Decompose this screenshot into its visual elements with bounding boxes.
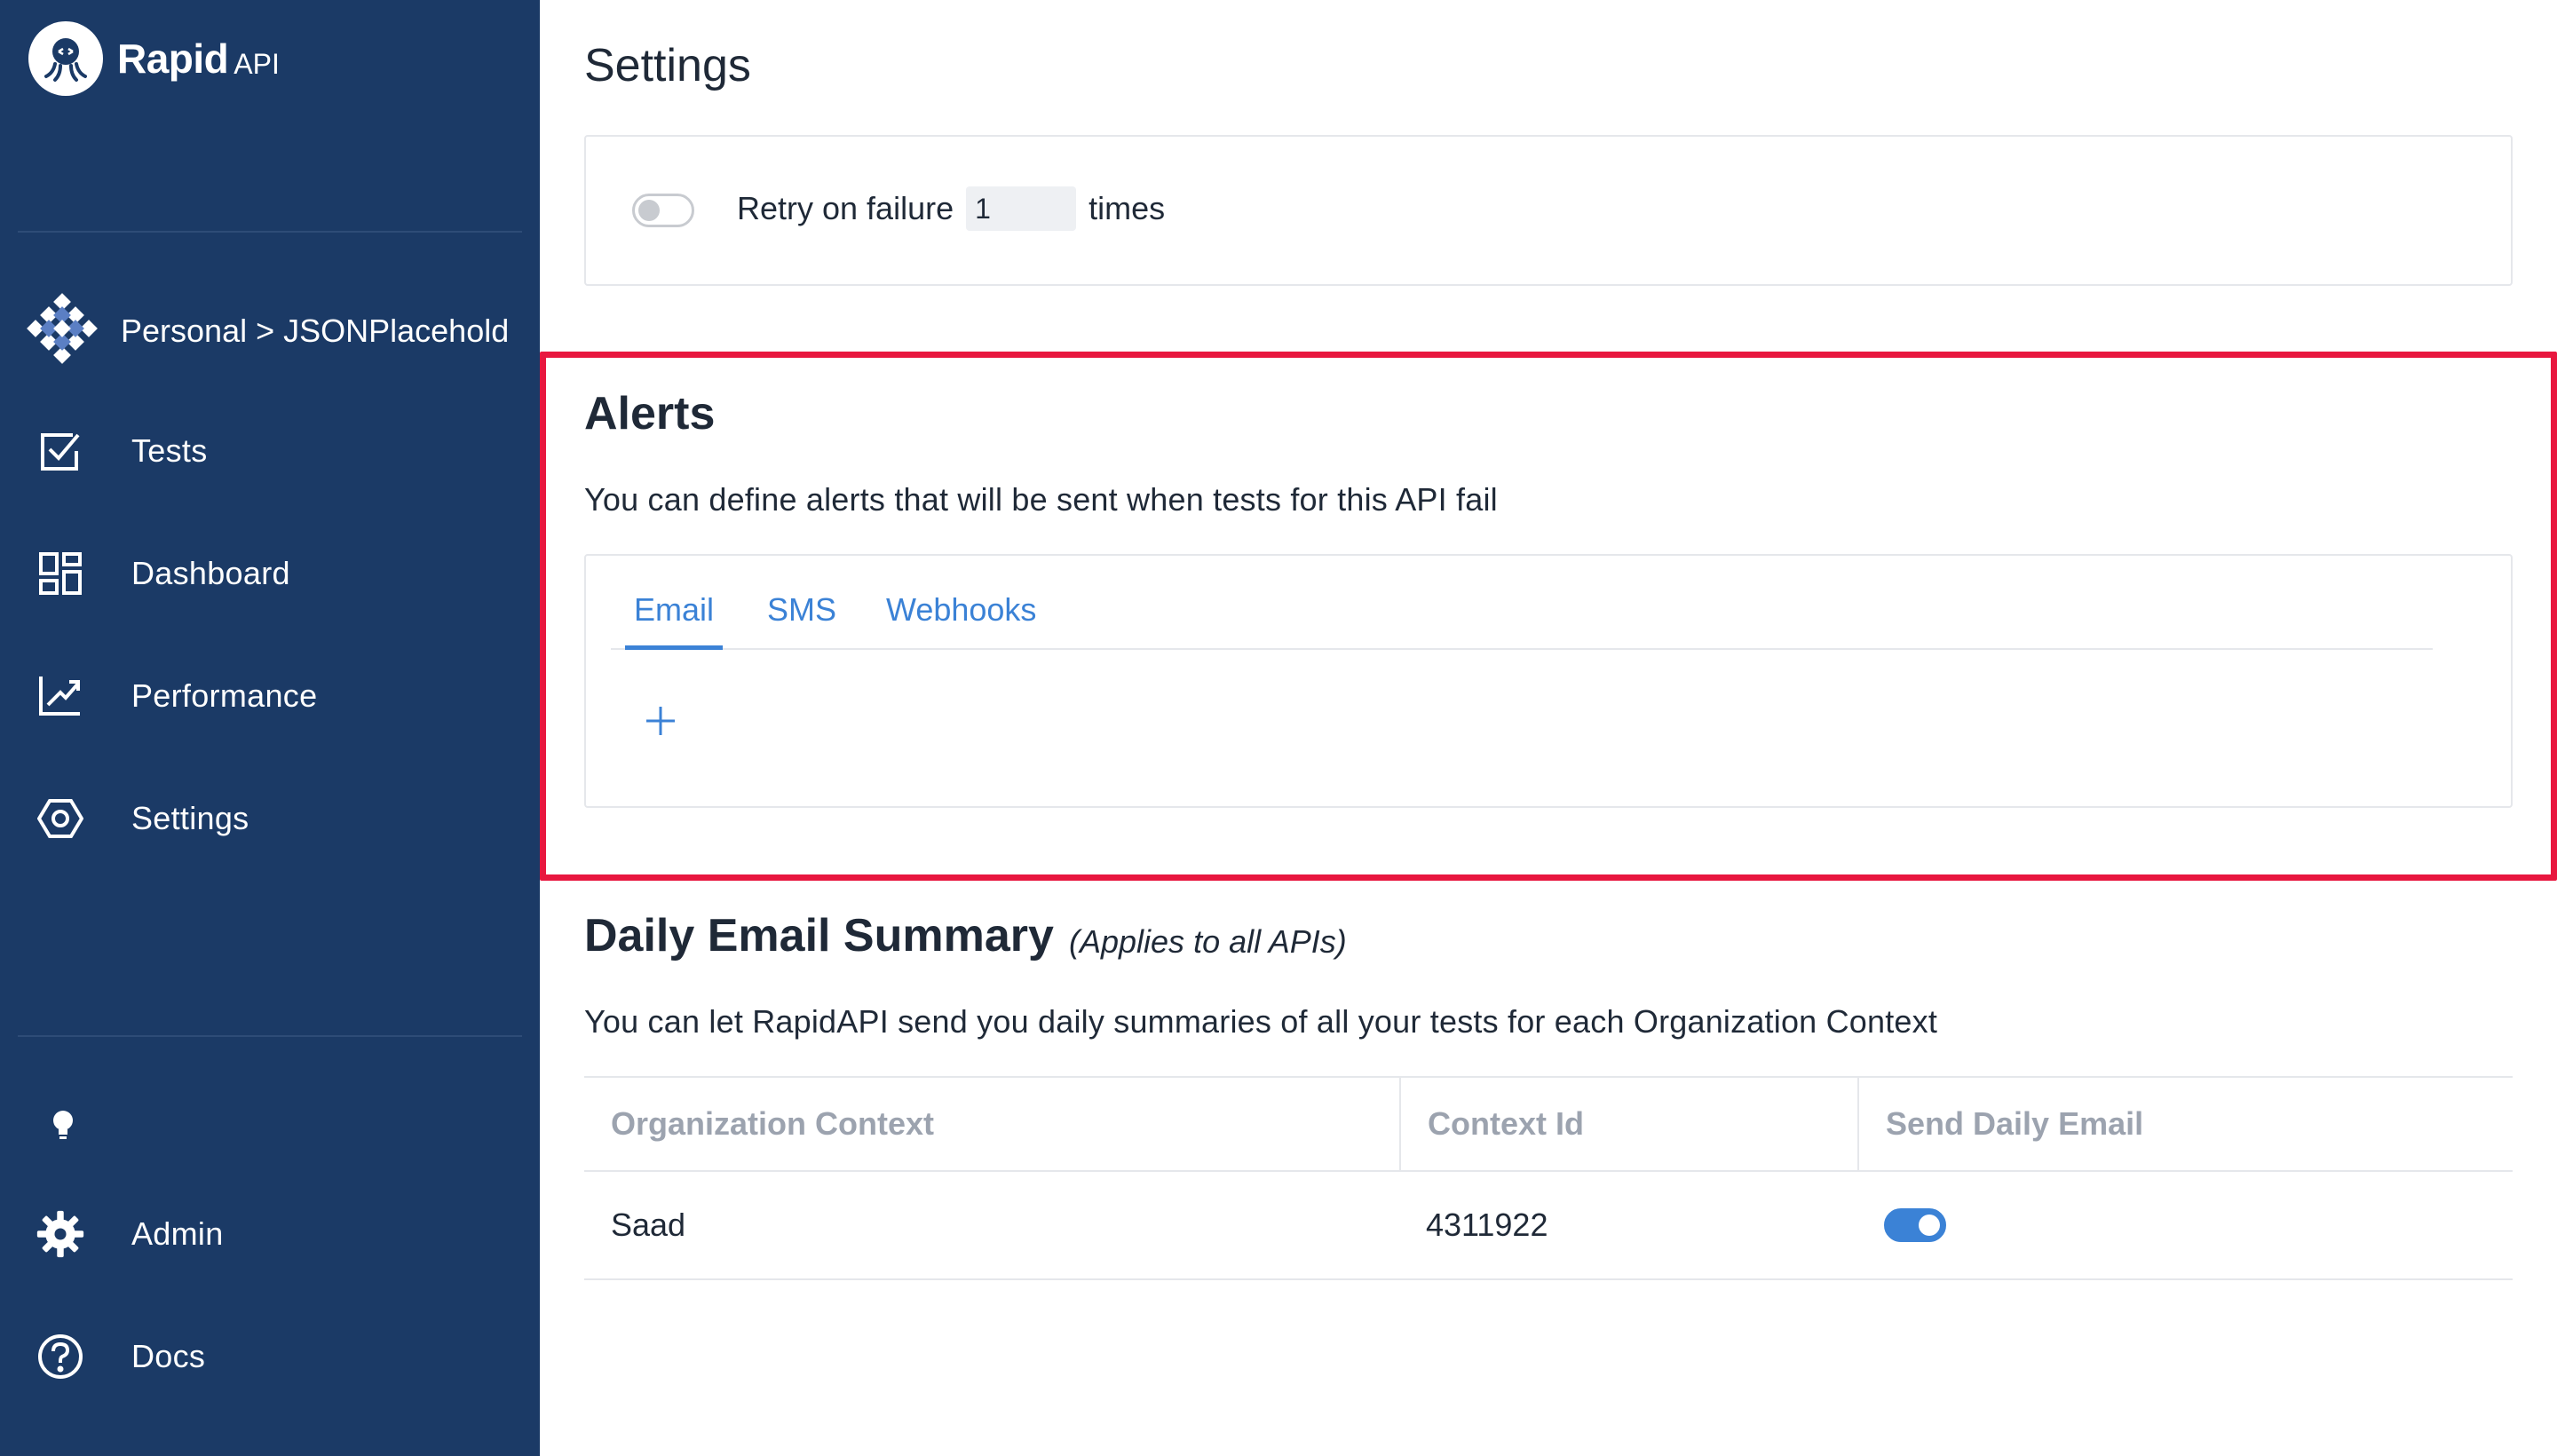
- chart-trend-icon: [36, 671, 85, 721]
- cell-context-id: 4311922: [1426, 1207, 1548, 1243]
- alerts-title: Alerts: [584, 388, 716, 439]
- rapidapi-logo-icon: [28, 21, 103, 96]
- daily-summary-description: You can let RapidAPI send you daily summ…: [584, 1003, 1938, 1040]
- table-row: Saad 4311922: [584, 1172, 2513, 1280]
- retry-card: Retry on failure times: [584, 135, 2513, 286]
- context-label: Personal > JSONPlacehold: [121, 313, 510, 349]
- daily-summary-title: Daily Email Summary: [584, 910, 1054, 961]
- gear-icon: [36, 1209, 85, 1259]
- main-content: Settings Retry on failure times Alerts Y…: [540, 0, 2557, 1456]
- brand-sub: API: [234, 47, 280, 80]
- nav-label-admin: Admin: [131, 1215, 224, 1252]
- toggle-knob: [1919, 1215, 1940, 1236]
- retry-toggle[interactable]: [632, 194, 694, 227]
- nav-label-dashboard: Dashboard: [131, 555, 290, 591]
- retry-count-input[interactable]: [966, 186, 1077, 231]
- nav-label-performance: Performance: [131, 677, 318, 714]
- brand[interactable]: Rapid API: [28, 21, 280, 96]
- settings-title: Settings: [584, 40, 751, 91]
- table-header: Organization Context Context Id Send Dai…: [584, 1076, 2513, 1172]
- brand-name: Rapid: [117, 36, 229, 82]
- daily-summary-note: (Applies to all APIs): [1069, 923, 1347, 960]
- lightbulb-icon[interactable]: [50, 1108, 76, 1143]
- toggle-knob: [638, 200, 660, 221]
- nav-label-docs: Docs: [131, 1338, 206, 1374]
- dashboard-icon: [36, 549, 85, 598]
- tab-email[interactable]: Email: [625, 591, 724, 650]
- context-selector[interactable]: Personal > JSONPlacehold: [27, 293, 524, 369]
- tab-webhooks[interactable]: Webhooks: [877, 591, 1045, 650]
- nav-item-dashboard[interactable]: Dashboard: [36, 538, 290, 609]
- retry-row: Retry on failure times: [737, 186, 1165, 231]
- plus-icon[interactable]: [643, 703, 678, 739]
- column-header-organization-context: Organization Context: [611, 1105, 935, 1142]
- nav-item-performance[interactable]: Performance: [36, 661, 317, 732]
- retry-suffix: times: [1089, 190, 1166, 226]
- column-header-context-id: Context Id: [1399, 1078, 1857, 1170]
- sidebar-divider: [18, 231, 522, 233]
- alerts-tabs: Email SMS Webhooks: [611, 591, 2433, 650]
- alerts-description: You can define alerts that will be sent …: [584, 481, 1498, 518]
- nav-item-settings[interactable]: Settings: [36, 783, 249, 854]
- help-circle-icon: [36, 1332, 85, 1381]
- checkbox-icon: [36, 426, 85, 476]
- alerts-card: Email SMS Webhooks: [584, 554, 2513, 808]
- cell-organization-context: Saad: [611, 1207, 686, 1243]
- nav-label-tests: Tests: [131, 432, 208, 469]
- sidebar-divider: [18, 1035, 522, 1037]
- sidebar: Rapid API Personal > JSONPlacehold Tests…: [0, 0, 540, 1456]
- nav-item-tests[interactable]: Tests: [36, 415, 208, 487]
- nav-item-docs[interactable]: Docs: [36, 1321, 205, 1392]
- summary-table: Organization Context Context Id Send Dai…: [584, 1076, 2513, 1280]
- tab-sms[interactable]: SMS: [758, 591, 845, 650]
- retry-label: Retry on failure: [737, 190, 954, 226]
- cell-send-daily-email: [1857, 1172, 2513, 1278]
- nav-label-settings: Settings: [131, 800, 249, 836]
- send-daily-email-toggle[interactable]: [1884, 1208, 1946, 1242]
- hexagon-gear-icon: [36, 794, 85, 843]
- column-header-send-daily-email: Send Daily Email: [1857, 1078, 2513, 1170]
- nav-item-admin[interactable]: Admin: [36, 1199, 224, 1270]
- workspace-avatar-icon: [27, 293, 103, 369]
